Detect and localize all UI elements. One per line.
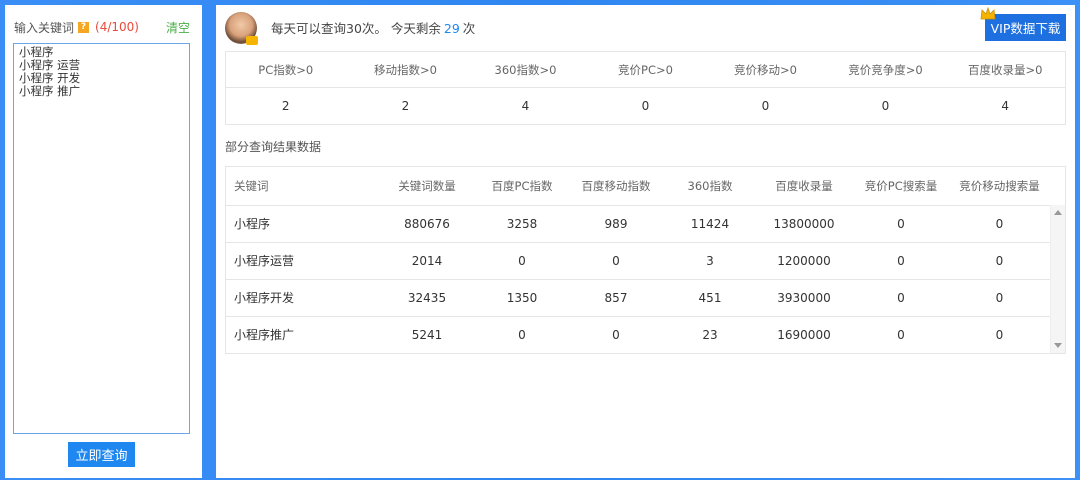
keyword-count: (4/100)	[95, 20, 139, 34]
table-cell: 小程序运营	[226, 242, 376, 280]
table-cell: 0	[478, 242, 566, 280]
quota-prefix: 每天可以查询30次。 今天剩余	[271, 21, 441, 36]
table-cell: 2014	[376, 242, 478, 280]
column-header: 百度收录量	[754, 167, 854, 206]
table-cell: 880676	[376, 205, 478, 243]
column-header: 关键词	[226, 167, 376, 206]
vip-download-button[interactable]: VIP数据下载	[985, 14, 1066, 41]
table-cell: 857	[566, 279, 666, 317]
table-cell: 0	[948, 205, 1051, 243]
remaining-count: 29	[443, 21, 460, 36]
results-panel: 每天可以查询30次。 今天剩余 29 次 VIP数据下载 PC指数>0 移动指数>0…	[216, 5, 1075, 478]
table-cell: 0	[854, 279, 948, 317]
table-cell: 23	[666, 316, 754, 354]
avatar	[225, 12, 258, 45]
table-cell: 0	[948, 242, 1051, 280]
table-cell: 0	[478, 316, 566, 354]
table-cell: 0	[948, 316, 1051, 354]
scroll-up-icon[interactable]	[1054, 210, 1062, 215]
section-title: 部分查询结果数据	[225, 140, 322, 154]
summary-value: 4	[465, 87, 586, 125]
table-cell: 5241	[376, 316, 478, 354]
results-table-container: 关键词 关键词数量 百度PC指数 百度移动指数 360指数 百度收录量 竞价PC…	[225, 166, 1066, 354]
table-cell: 0	[566, 242, 666, 280]
table-cell: 小程序	[226, 205, 376, 243]
summary-header: PC指数>0	[225, 51, 346, 88]
help-icon[interactable]: ?	[78, 21, 90, 33]
table-cell: 0	[854, 242, 948, 280]
table-row: 小程序运营 2014 0 0 3 1200000 0 0	[226, 242, 1051, 280]
summary-value: 2	[225, 87, 346, 125]
table-cell: 0	[566, 316, 666, 354]
crown-icon	[980, 7, 996, 20]
table-cell: 3930000	[754, 279, 854, 317]
summary-header: 360指数>0	[465, 51, 586, 88]
column-header: 竞价移动搜索量	[948, 167, 1051, 206]
column-header: 关键词数量	[376, 167, 478, 206]
column-header: 百度移动指数	[566, 167, 666, 206]
summary-header: 竞价移动>0	[705, 51, 826, 88]
vip-badge-icon	[246, 36, 258, 45]
quota-suffix: 次	[462, 21, 476, 36]
summary-value: 0	[825, 87, 946, 125]
table-row: 小程序开发 32435 1350 857 451 3930000 0 0	[226, 279, 1051, 317]
scroll-down-icon[interactable]	[1054, 343, 1062, 348]
column-header: 360指数	[666, 167, 754, 206]
table-row: 小程序 880676 3258 989 11424 13800000 0 0	[226, 205, 1051, 243]
table-cell: 0	[854, 205, 948, 243]
table-row: 小程序推广 5241 0 0 23 1690000 0 0	[226, 316, 1051, 354]
table-cell: 小程序开发	[226, 279, 376, 317]
table-cell: 989	[566, 205, 666, 243]
table-cell: 3	[666, 242, 754, 280]
summary-header: 移动指数>0	[345, 51, 466, 88]
results-scrollbar[interactable]	[1050, 205, 1065, 353]
summary-value: 0	[585, 87, 706, 125]
keyword-input-panel: 输入关键词 ? (4/100) 清空 立即查询	[5, 5, 202, 478]
keyword-input-title: 输入关键词	[14, 20, 75, 35]
results-header-row: 关键词 关键词数量 百度PC指数 百度移动指数 360指数 百度收录量 竞价PC…	[226, 167, 1051, 206]
keywords-textarea[interactable]	[13, 43, 190, 434]
column-header: 竞价PC搜索量	[854, 167, 948, 206]
summary-value: 0	[705, 87, 826, 125]
summary-value: 4	[945, 87, 1066, 125]
table-cell: 1350	[478, 279, 566, 317]
table-cell: 13800000	[754, 205, 854, 243]
summary-header: 竞价竞争度>0	[825, 51, 946, 88]
table-cell: 11424	[666, 205, 754, 243]
query-button[interactable]: 立即查询	[68, 442, 135, 467]
table-cell: 3258	[478, 205, 566, 243]
summary-value: 2	[345, 87, 466, 125]
query-quota-notice: 每天可以查询30次。 今天剩余 29 次	[271, 18, 475, 37]
summary-header-row: PC指数>0 移动指数>0 360指数>0 竞价PC>0 竞价移动>0 竞价竞争…	[225, 51, 1066, 88]
table-cell: 小程序推广	[226, 316, 376, 354]
table-cell: 0	[948, 279, 1051, 317]
table-cell: 1200000	[754, 242, 854, 280]
keyword-input-header: 输入关键词 ? (4/100) 清空	[14, 19, 190, 35]
table-cell: 0	[854, 316, 948, 354]
summary-header: 竞价PC>0	[585, 51, 706, 88]
table-cell: 451	[666, 279, 754, 317]
results-table: 关键词 关键词数量 百度PC指数 百度移动指数 360指数 百度收录量 竞价PC…	[226, 167, 1051, 354]
clear-button[interactable]: 清空	[166, 19, 190, 36]
summary-header: 百度收录量>0	[945, 51, 1066, 88]
column-header: 百度PC指数	[478, 167, 566, 206]
table-cell: 1690000	[754, 316, 854, 354]
table-cell: 32435	[376, 279, 478, 317]
summary-value-row: 2 2 4 0 0 0 4	[225, 87, 1066, 125]
summary-table: PC指数>0 移动指数>0 360指数>0 竞价PC>0 竞价移动>0 竞价竞争…	[225, 51, 1066, 125]
